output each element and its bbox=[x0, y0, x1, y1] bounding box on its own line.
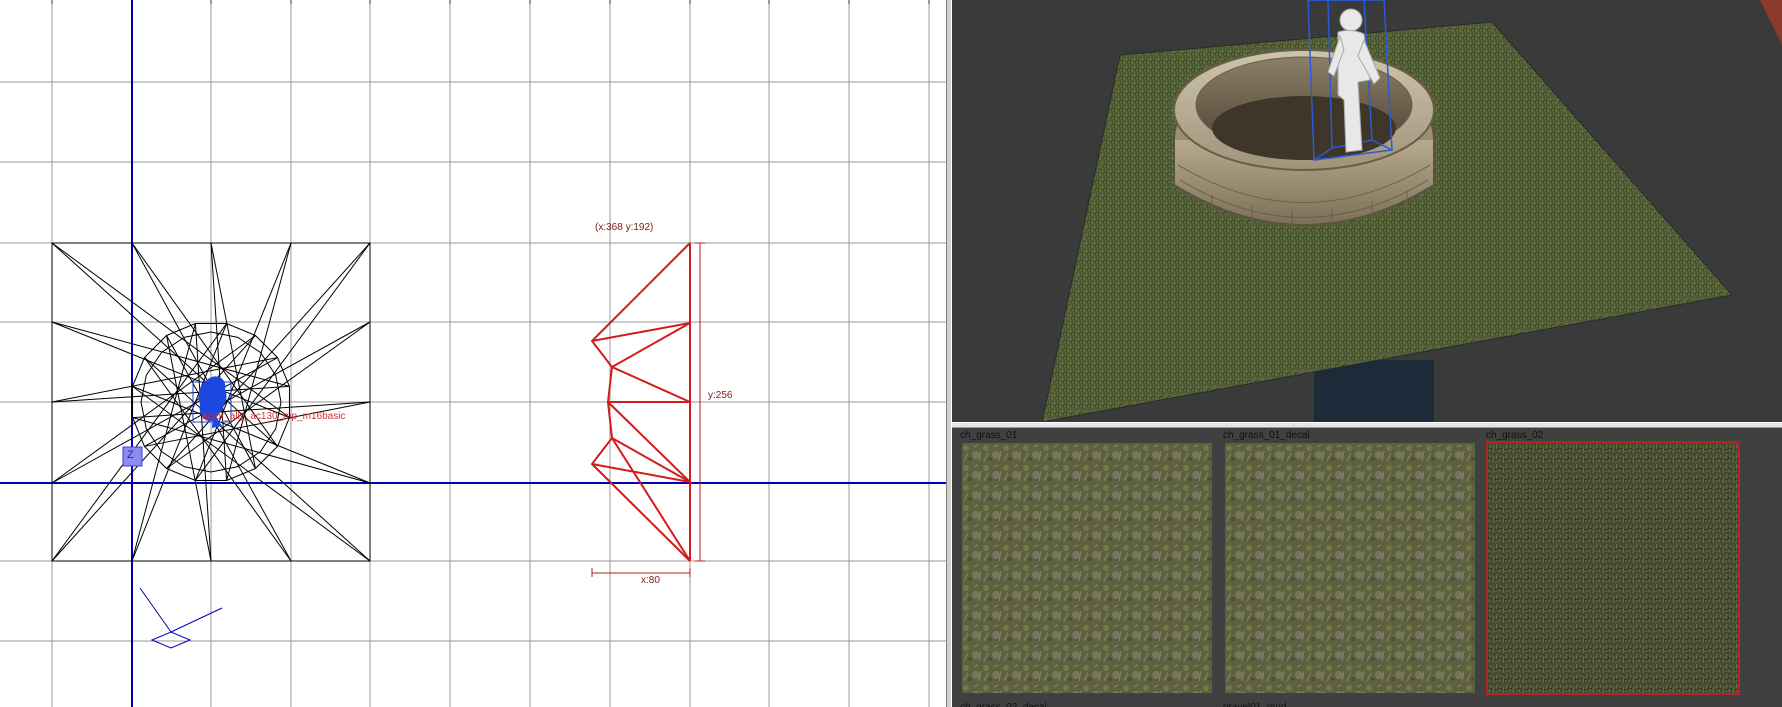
camera-icon bbox=[139, 587, 223, 649]
brush-edge bbox=[51, 323, 228, 562]
dimension-y-label: y:256 bbox=[708, 390, 733, 401]
texture-name: ch_grass_02 bbox=[1486, 430, 1544, 441]
texture-thumbnail[interactable] bbox=[960, 441, 1214, 695]
brush-edge bbox=[51, 357, 278, 403]
scene-render bbox=[1041, 0, 1782, 422]
brush-edge bbox=[194, 242, 371, 481]
grid-canvas[interactable] bbox=[0, 0, 946, 707]
texture-name-row2[interactable]: gravel01_mud bbox=[1223, 702, 1286, 707]
entity-name-label: actor_ally_ac130_mp_m16basic bbox=[202, 411, 346, 422]
brush-edge bbox=[51, 321, 290, 387]
brush-edge bbox=[132, 385, 371, 484]
vertex-coordinate-label: (x:368 y:192) bbox=[595, 222, 654, 233]
entity-marker-letter: Z bbox=[127, 449, 134, 461]
brush-edge bbox=[144, 401, 371, 447]
grid-lines bbox=[0, 0, 946, 707]
dimension-x-label: x:80 bbox=[641, 575, 660, 586]
texture-thumbnail[interactable] bbox=[1223, 441, 1477, 695]
texture-thumbnail-selected[interactable] bbox=[1486, 441, 1740, 695]
brush-edge bbox=[51, 242, 290, 419]
texture-browser[interactable]: ch_grass_01 ch_grass_01_decal ch_grass_0… bbox=[952, 428, 1782, 707]
brush-edge bbox=[210, 242, 256, 469]
brush-edge bbox=[166, 335, 212, 562]
texture-name: ch_grass_01_decal bbox=[1223, 430, 1310, 441]
grid-view-2d[interactable]: (x:368 y:192) y:256 x:80 actor_ally_ac13… bbox=[0, 0, 946, 707]
viewport-3d[interactable] bbox=[952, 0, 1782, 422]
brush-edge bbox=[131, 323, 196, 562]
texture-name: ch_grass_01 bbox=[960, 430, 1018, 441]
grid-ruler-ticks bbox=[51, 0, 930, 4]
texture-name-row2[interactable]: ch_grass_02_decal bbox=[960, 702, 1047, 707]
